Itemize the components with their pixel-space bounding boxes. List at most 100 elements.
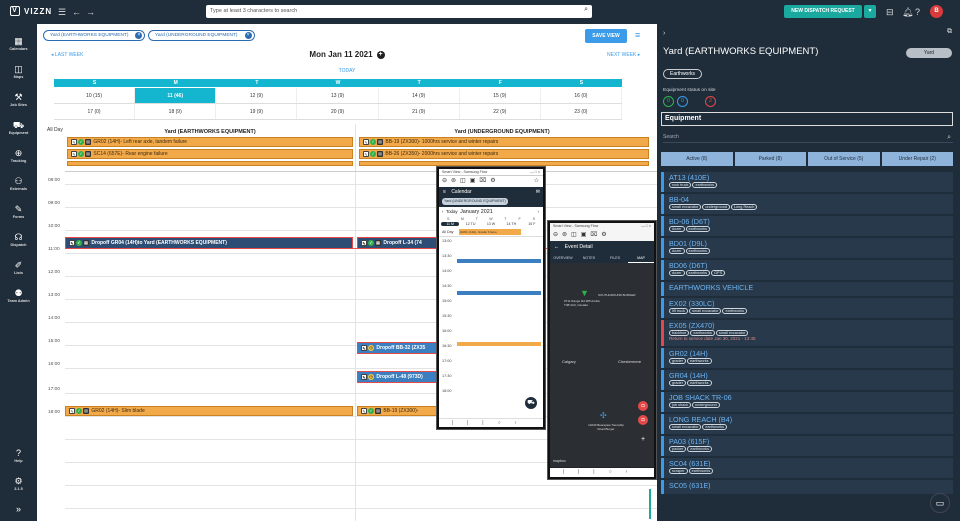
phone-day[interactable]: 13 W [482,222,500,226]
equipment-item[interactable]: EX02 (330LC) lift truck small excavator ear… [661,298,953,318]
tab-under-repair[interactable]: Under Repair (2) [881,152,953,166]
date-cell-selected[interactable]: 11 (46) [135,88,217,103]
forward-arrow-icon[interactable]: → [86,6,95,18]
screen-icon[interactable]: ⊟ [886,6,894,18]
nav-maps[interactable]: ◫ Maps [0,64,37,80]
edit-icon[interactable]: ✎ [361,407,367,414]
phone-nav-bar[interactable]: |||○‹ [439,418,543,427]
phone-tool-icons[interactable]: ⊖⊚◫▣⌧⚙ [442,178,500,184]
nav-calendars[interactable]: ▦ Calendars [0,36,37,52]
map-action-button[interactable]: ◘ [638,401,648,411]
equipment-item[interactable]: GR02 (14H) grader earthworks [661,348,953,368]
tab-files[interactable]: FILES [602,253,628,263]
event-all-day-partial[interactable] [359,161,649,166]
phone-filter-chip[interactable]: Yard (UNDERGROUND EQUIPMENT) [442,198,508,205]
date-cell[interactable]: 14 (9) [379,88,460,103]
edit-icon[interactable]: ✎ [361,239,367,246]
edit-icon[interactable]: ✎ [69,407,75,414]
date-cell[interactable]: 15 (9) [460,88,541,103]
search-icon[interactable]: ⌕ [947,132,951,143]
logo[interactable]: V VIZZN [10,6,52,16]
phone-event-bar[interactable] [457,291,541,295]
dropoff-event[interactable]: ✎ ◷ Dropoff L-48 (973D) [357,371,441,383]
date-cell[interactable]: 10 (15) [54,88,136,103]
nav-job-sites[interactable]: ⚒ Job Sites [0,92,37,108]
phone-nav-bar[interactable]: |||○‹ [550,468,654,477]
edit-icon[interactable]: ✎ [69,239,75,246]
nav-forms[interactable]: ✎ Forms [0,204,37,220]
equipment-item[interactable]: BD01 (D9L) dozer earthworks [661,238,953,258]
close-icon[interactable]: × [135,32,143,39]
phone-day[interactable]: 12 TU [461,222,479,226]
global-search-input[interactable]: Type at least 3 characters to search ⌕ [206,5,592,18]
equipment-search-input[interactable]: Search ⌕ [663,132,953,143]
equipment-item[interactable]: SC05 (631E) [661,480,953,494]
repair-event[interactable]: ✎ ✓ ▤ GR02 (14H)- Slim blade [65,406,353,416]
phone-event-bar[interactable] [457,259,541,263]
nav-externals[interactable]: ⚇ Externals [0,176,37,192]
nav-tracking[interactable]: ⊕ Tracking [0,148,37,164]
nav-team-admin[interactable]: ⚉ Team Admin [0,288,37,304]
equipment-item[interactable]: GR04 (14H) grader earthworks [661,370,953,390]
window-controls-icon[interactable]: — □ × [641,223,651,230]
new-dispatch-request-button[interactable]: NEW DISPATCH REQUEST [784,5,862,18]
date-cell[interactable]: 22 (9) [460,104,541,119]
event-all-day[interactable]: ✎ ✓ ▤ BB-26 (ZX350)- 2000hrs service and w… [359,149,649,159]
nav-settings[interactable]: ⚙ 3.1.5 [0,476,37,492]
edit-icon[interactable]: ✎ [361,373,367,380]
dispatch-dropdown-button[interactable]: ▾ [864,5,876,18]
window-controls-icon[interactable]: — □ × [530,169,540,176]
tab-overview[interactable]: OVERVIEW [550,253,576,263]
user-avatar[interactable]: B [930,5,943,18]
phone-day[interactable]: 14 TH [502,222,520,226]
add-event-icon[interactable]: + [376,50,385,59]
nav-lists[interactable]: ✐ Lists [0,260,37,276]
edit-icon[interactable]: ✎ [361,344,367,351]
event-all-day-partial[interactable] [67,161,353,166]
tab-notes[interactable]: NOTES [576,253,602,263]
phone-allday-event[interactable]: GR01 (14H)- Grader Frame [459,229,521,235]
close-icon[interactable]: × [244,32,252,39]
equipment-item[interactable]: EX05 (ZX470) backhoe earthworks small excav… [661,320,953,346]
date-cell[interactable]: 12 (9) [216,88,298,103]
tab-active[interactable]: Active (8) [661,152,733,166]
chat-button[interactable]: ▭ [930,493,950,513]
status-repair-count[interactable]: 2 [705,96,716,107]
phone-toolbar[interactable]: ⊖⊚◫▣⌧⚙ [550,230,654,241]
equipment-item[interactable]: BD-06 (D6T) dozer earthworks [661,216,953,236]
edit-icon[interactable]: ✎ [71,138,77,145]
last-week-link[interactable]: ◂ LAST WEEK [51,52,83,58]
equipment-item[interactable]: LONG REACH (B4) small excavator earthworks [661,414,953,434]
date-cell[interactable]: 21 (9) [379,104,460,119]
nav-expand[interactable]: » [0,504,37,515]
star-icon[interactable]: ☆ [534,176,539,187]
back-arrow-icon[interactable]: ← [72,6,81,18]
bell-icon[interactable]: 🔔︎ [902,6,913,18]
nav-help[interactable]: ? Help [0,448,37,464]
phone-today[interactable]: Today [446,209,458,214]
zoom-plus-icon[interactable]: + [638,435,648,445]
date-cell[interactable]: 13 (9) [297,88,379,103]
equipment-item[interactable]: JOB SHACK TR-06 job shack underground [661,392,953,412]
dropoff-event[interactable]: ✎ ◷ Dropoff BB-32 (ZX35 [357,342,441,354]
scroll-indicator[interactable] [649,489,651,519]
phone-fab-button[interactable]: ⛟ [525,397,537,409]
filter-chip-earthworks[interactable]: Yard (EARTHWORKS EQUIPMENT) × [43,30,146,41]
equipment-item[interactable]: PA03 (615F) packer earthworks [661,436,953,456]
dropoff-event[interactable]: ✎ ✓ ▤ Dropoff GR04 (14H)to Yard (EARTHWORK… [65,237,353,249]
filter-icon[interactable]: ≡ [635,30,640,40]
nav-equipment[interactable]: ⛟ Equipment [0,120,37,136]
status-active-count[interactable]: 0 [663,96,674,107]
today-link[interactable]: TODAY [37,68,657,74]
menu-icon[interactable]: ☰ [58,6,66,18]
event-all-day[interactable]: ✎ ✓ ▤ GR02 (14H)- Left rear axle, tandem f… [67,137,353,147]
equipment-item[interactable]: SC04 (631E) scraper earthworks [661,458,953,478]
equipment-item[interactable]: BD06 (D6T) dozer earthworks GPS [661,260,953,280]
dropoff-event[interactable]: ✎ ✓ ▤ Dropoff L-34 (74 [357,237,441,249]
tab-parked[interactable]: Parked (8) [734,152,806,166]
equipment-item[interactable]: BB-04 small excavator underground Long Reac… [661,194,953,214]
date-cell[interactable]: 23 (0) [541,104,622,119]
phone-day[interactable]: 15 F [523,222,541,226]
map-action-button[interactable]: ◘ [638,415,648,425]
save-view-button[interactable]: SAVE VIEW [585,29,627,43]
